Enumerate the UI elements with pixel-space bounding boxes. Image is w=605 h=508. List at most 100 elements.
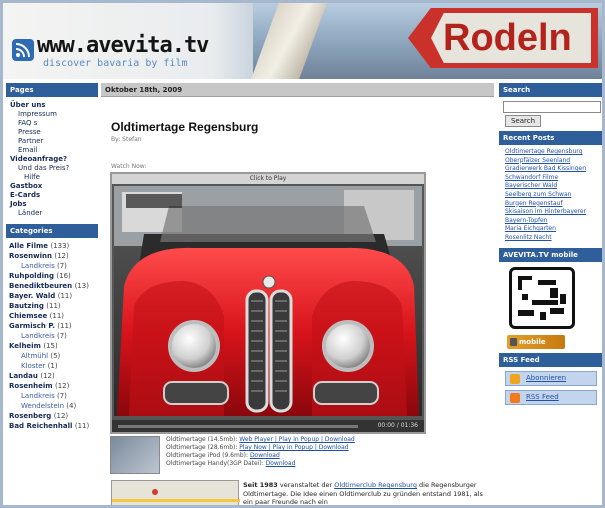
category-item[interactable]: Landkreis (7) xyxy=(9,331,98,341)
category-count: (13) xyxy=(74,282,89,290)
category-label[interactable]: Rosenheim xyxy=(9,382,53,390)
post-body-link[interactable]: Oldtimerclub Regensburg xyxy=(334,481,417,489)
post-title[interactable]: Oldtimertage Regensburg xyxy=(111,120,258,134)
category-label[interactable]: Alle Filme xyxy=(9,242,48,250)
mobile-heading: AVEVITA.TV mobile xyxy=(499,247,602,262)
category-item[interactable]: Landkreis (7) xyxy=(9,391,98,401)
recent-post-link[interactable]: Oberpfälzer Seenland xyxy=(505,157,601,166)
post-body-mid: veranstaltet der xyxy=(277,481,335,489)
category-count: (11) xyxy=(57,292,73,300)
categories-list: Alle Filme (133) Rosenwinn (12) Landkreis … xyxy=(6,238,98,431)
rss-feed-button[interactable]: RSS Feed xyxy=(505,389,597,405)
category-item[interactable]: Chiemsee (11) xyxy=(9,311,98,321)
player-controls[interactable]: 00:00 / 01:36 xyxy=(112,420,424,432)
page-link[interactable]: Jobs xyxy=(10,200,98,209)
site-title[interactable]: www.avevita.tv xyxy=(37,33,209,58)
video-thumbnail[interactable] xyxy=(114,186,422,416)
category-label[interactable]: Bautzing xyxy=(9,302,44,310)
map-thumbnail[interactable] xyxy=(111,480,240,505)
category-label[interactable]: Chiemsee xyxy=(9,312,47,320)
category-count: (1) xyxy=(47,362,58,370)
page-link[interactable]: Partner xyxy=(10,137,98,146)
category-item[interactable]: Rosenberg (12) xyxy=(9,411,98,421)
category-label[interactable]: Benediktbeuren xyxy=(9,282,72,290)
category-label[interactable]: Rosenberg xyxy=(9,412,51,420)
category-item[interactable]: Kloster (1) xyxy=(9,361,98,371)
category-item[interactable]: Ruhpolding (16) xyxy=(9,271,98,281)
category-item[interactable]: Rosenheim (12) xyxy=(9,381,98,391)
category-count: (7) xyxy=(56,332,67,340)
download-links[interactable]: Download xyxy=(266,460,296,467)
download-row: Oldtimertage iPod (9.6mb): Download xyxy=(166,452,355,460)
category-item[interactable]: Wendelstein (4) xyxy=(9,401,98,411)
category-label[interactable]: Wendelstein xyxy=(21,402,64,410)
recent-post-link[interactable]: Skisaison im Hinterbayerer xyxy=(505,208,601,217)
recent-post-link[interactable]: Rosenlitz Nacht xyxy=(505,234,601,243)
category-item[interactable]: Rosenwinn (12) xyxy=(9,251,98,261)
pages-list: Über uns Impressum FAQ s Presse Partner Email… xyxy=(6,97,98,224)
browser-page: Rodeln www.avevita.tv discover bavaria b… xyxy=(0,0,605,508)
category-item[interactable]: Bad Reichenhall (11) xyxy=(9,421,98,431)
page-link[interactable]: E-Cards xyxy=(10,191,98,200)
category-item[interactable]: Garmisch P. (11) xyxy=(9,321,98,331)
page-link[interactable]: Gastbox xyxy=(10,182,98,191)
player-title[interactable]: Click to Play xyxy=(112,174,424,184)
category-label[interactable]: Garmisch P. xyxy=(9,322,55,330)
category-label[interactable]: Landkreis xyxy=(21,392,55,400)
category-label[interactable]: Rosenwinn xyxy=(9,252,52,260)
recent-post-link[interactable]: Schwandorf Filme xyxy=(505,174,601,183)
recent-post-link[interactable]: Gradierwerk Bad Kissingen xyxy=(505,165,601,174)
page-link[interactable]: Und das Preis? xyxy=(10,164,98,173)
category-label[interactable]: Altmühl xyxy=(21,352,48,360)
download-links[interactable]: Download xyxy=(250,452,280,459)
player-progress-track[interactable] xyxy=(118,425,358,428)
rss-icon[interactable] xyxy=(12,39,34,61)
search-input[interactable] xyxy=(503,101,601,113)
category-label[interactable]: Bad Reichenhall xyxy=(9,422,72,430)
category-label[interactable]: Kloster xyxy=(21,362,45,370)
download-label: Oldtimertage Handy(3GP Datei): xyxy=(166,460,264,467)
category-count: (133) xyxy=(50,242,70,250)
recent-posts-heading: Recent Posts xyxy=(499,131,602,145)
feed-subscribe-button[interactable]: Abonnieren xyxy=(505,370,597,386)
video-player[interactable]: Click to Play 00:00 / 01:36 xyxy=(110,172,426,434)
page-link[interactable]: Videoanfrage? xyxy=(10,155,98,164)
category-item[interactable]: Kelheim (15) xyxy=(9,341,98,351)
category-label[interactable]: Landkreis xyxy=(21,332,55,340)
page-link[interactable]: Email xyxy=(10,146,98,155)
mobile-badge-label: mobile xyxy=(519,337,546,346)
category-label[interactable]: Landau xyxy=(9,372,38,380)
recent-post-link[interactable]: Burgen Regenstauf xyxy=(505,200,601,209)
recent-post-link[interactable]: Maria Eichgarten xyxy=(505,225,601,234)
category-count: (15) xyxy=(43,342,58,350)
recent-post-link[interactable]: Oldtimertage Regensburg xyxy=(505,148,601,157)
pages-heading: Pages xyxy=(6,83,98,97)
category-item[interactable]: Landkreis (7) xyxy=(9,261,98,271)
category-item[interactable]: Altmühl (5) xyxy=(9,351,98,361)
category-label[interactable]: Bayer. Wald xyxy=(9,292,55,300)
recent-post-link[interactable]: Bayern-Topfen xyxy=(505,217,601,226)
page-link[interactable]: Presse xyxy=(10,128,98,137)
download-links[interactable]: Play Now | Play in Popup | Download xyxy=(239,444,348,451)
category-item[interactable]: Benediktbeuren (13) xyxy=(9,281,98,291)
rss-feed-label: RSS Feed xyxy=(526,392,559,401)
page-link[interactable]: FAQ s xyxy=(10,119,98,128)
category-count: (11) xyxy=(57,322,72,330)
page-link[interactable]: Länder xyxy=(10,209,98,218)
page-link[interactable]: Über uns xyxy=(10,101,98,110)
download-row: Oldtimertage (14.5mb): Web Player | Play… xyxy=(166,436,355,444)
recent-post-link[interactable]: Bayerischer Wald xyxy=(505,182,601,191)
category-label[interactable]: Kelheim xyxy=(9,342,41,350)
recent-post-link[interactable]: Seelberg zum Schwan xyxy=(505,191,601,200)
category-label[interactable]: Ruhpolding xyxy=(9,272,54,280)
category-item[interactable]: Alle Filme (133) xyxy=(9,241,98,251)
category-item[interactable]: Landau (12) xyxy=(9,371,98,381)
download-links[interactable]: Web Player | Play in Popup | Download xyxy=(239,436,354,443)
mobile-badge[interactable]: mobile xyxy=(507,334,565,349)
category-item[interactable]: Bautzing (11) xyxy=(9,301,98,311)
category-item[interactable]: Bayer. Wald (11) xyxy=(9,291,98,301)
page-link[interactable]: Hilfe xyxy=(10,173,98,182)
search-button[interactable]: Search xyxy=(505,115,541,127)
category-label[interactable]: Landkreis xyxy=(21,262,55,270)
page-link[interactable]: Impressum xyxy=(10,110,98,119)
